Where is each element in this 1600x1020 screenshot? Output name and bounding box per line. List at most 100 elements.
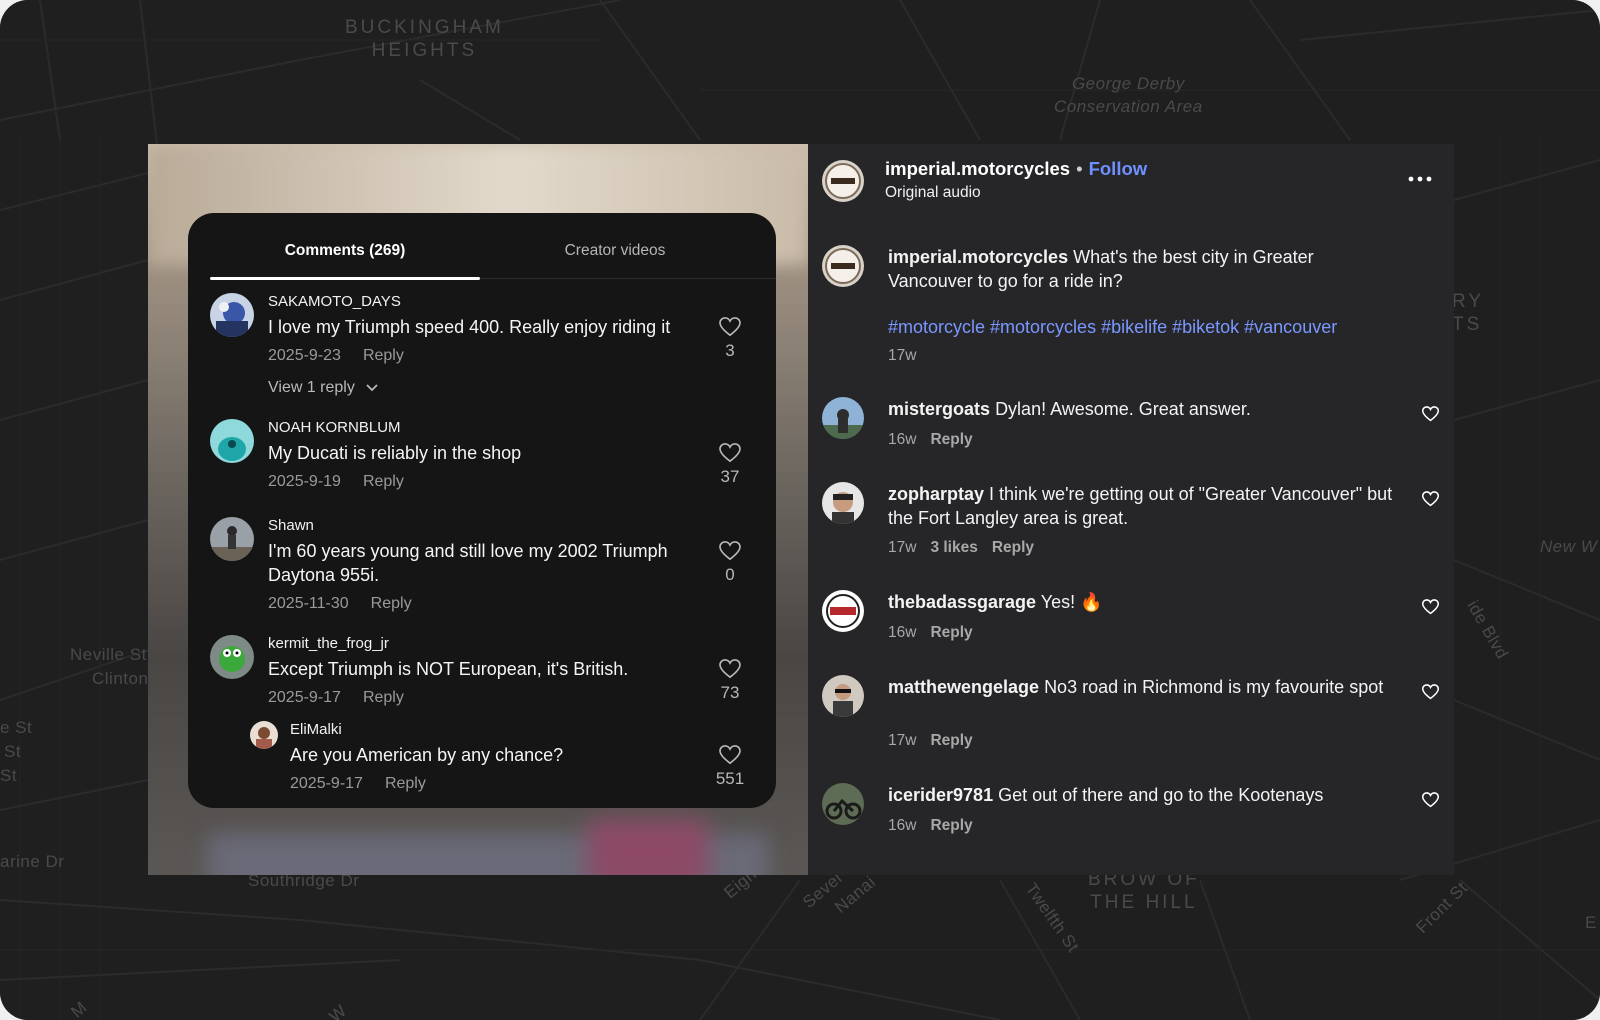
comment-meta: 2025-9-19 Reply — [268, 473, 404, 491]
like-button[interactable] — [1421, 792, 1440, 813]
comment-text: Except Triumph is NOT European, it's Bri… — [268, 659, 629, 679]
like-button[interactable]: 37 — [710, 443, 750, 487]
comment-meta: 2025-9-17 Reply — [290, 775, 426, 793]
comment-meta: 16w Reply — [888, 624, 973, 642]
follow-button[interactable]: Follow — [1089, 158, 1148, 179]
like-button[interactable]: 3 — [710, 317, 750, 361]
reply-button[interactable]: Reply — [363, 347, 404, 364]
like-button[interactable]: 73 — [710, 659, 750, 703]
reply-button[interactable]: Reply — [930, 431, 972, 448]
more-horizontal-icon — [1408, 176, 1432, 182]
avatar[interactable] — [250, 721, 278, 749]
reply-button[interactable]: Reply — [363, 689, 404, 706]
comment-text: icerider9781 Get out of there and go to … — [888, 783, 1398, 807]
comment-text: matthewengelage No3 road in Richmond is … — [888, 675, 1398, 699]
avatar[interactable] — [822, 160, 864, 202]
comment-meta: 16w Reply — [888, 431, 973, 449]
comment-username[interactable]: zopharptay — [888, 484, 984, 504]
like-button[interactable]: 551 — [710, 745, 750, 789]
reply-button[interactable]: Reply — [930, 817, 972, 834]
comment-age: 17w — [888, 732, 917, 749]
comment-meta: 2025-11-30 Reply — [268, 595, 412, 613]
comment-date: 2025-9-17 — [290, 775, 363, 792]
avatar[interactable] — [822, 245, 864, 287]
comment-meta: 16w Reply — [888, 817, 973, 835]
more-options-button[interactable] — [1408, 170, 1432, 188]
comment-date: 2025-9-23 — [268, 347, 341, 364]
comment-age: 17w — [888, 539, 917, 556]
avatar[interactable] — [822, 397, 864, 439]
comment-author[interactable]: SAKAMOTO_DAYS — [268, 293, 401, 310]
map-label-e-st: e St — [0, 718, 33, 737]
tab-comments[interactable]: Comments (269) — [210, 231, 480, 280]
reply-button[interactable]: Reply — [385, 775, 426, 792]
avatar[interactable] — [210, 635, 254, 679]
heart-icon — [1421, 792, 1440, 808]
header-separator: • — [1076, 158, 1083, 179]
comment-body: Yes! 🔥 — [1040, 592, 1103, 612]
comment-text: My Ducati is reliably in the shop — [268, 443, 522, 463]
post-header: imperial.motorcycles • Follow — [885, 158, 1147, 180]
comment-meta: 17w Reply — [888, 732, 973, 750]
reply-button[interactable]: Reply — [930, 732, 972, 749]
tab-creator-videos[interactable]: Creator videos — [480, 231, 750, 279]
comment-author[interactable]: Shawn — [268, 517, 314, 534]
reply-button[interactable]: Reply — [992, 539, 1034, 556]
comment-author[interactable]: kermit_the_frog_jr — [268, 635, 389, 652]
caption-hashtags[interactable]: #motorcycle #motorcycles #bikelife #bike… — [888, 315, 1398, 339]
avatar[interactable] — [210, 293, 254, 337]
like-button[interactable] — [1421, 599, 1440, 620]
reply-button[interactable]: Reply — [363, 473, 404, 490]
like-count: 37 — [720, 467, 740, 486]
like-button[interactable] — [1421, 406, 1440, 427]
comment-author[interactable]: EliMalki — [290, 721, 342, 738]
caption-age: 17w — [888, 347, 916, 365]
comment-username[interactable]: icerider9781 — [888, 785, 993, 805]
comment-date: 2025-9-19 — [268, 473, 341, 490]
like-button[interactable] — [1421, 491, 1440, 512]
comment-meta: 17w 3 likes Reply — [888, 539, 1034, 557]
caption-username[interactable]: imperial.motorcycles — [888, 247, 1068, 267]
post-author-username[interactable]: imperial.motorcycles — [885, 158, 1070, 179]
comment-body: No3 road in Richmond is my favourite spo… — [1044, 677, 1384, 697]
comment-date: 2025-9-17 — [268, 689, 341, 706]
avatar[interactable] — [822, 482, 864, 524]
comment-age: 16w — [888, 431, 917, 448]
comment-meta: 2025-9-17 Reply — [268, 689, 404, 707]
comment-text: I'm 60 years young and still love my 200… — [268, 541, 668, 585]
comments-card: Comments (269) Creator videos SAKAMOTO_D… — [188, 213, 776, 808]
comment-author[interactable]: NOAH KORNBLUM — [268, 419, 401, 436]
comment-likes[interactable]: 3 likes — [930, 539, 977, 556]
view-replies-button[interactable]: View 1 reply — [268, 379, 379, 397]
comment-text: zopharptay I think we're getting out of … — [888, 482, 1398, 530]
avatar[interactable] — [822, 590, 864, 632]
reply-button[interactable]: Reply — [371, 595, 412, 612]
comment-text: thebadassgarage Yes! 🔥 — [888, 590, 1398, 614]
comment-username[interactable]: thebadassgarage — [888, 592, 1036, 612]
comment-item: SAKAMOTO_DAYS I love my Triumph speed 40… — [210, 293, 750, 403]
original-audio-link[interactable]: Original audio — [885, 184, 981, 202]
avatar[interactable] — [210, 517, 254, 561]
comment-item: kermit_the_frog_jr Except Triumph is NOT… — [210, 635, 750, 715]
like-button[interactable]: 0 — [710, 541, 750, 585]
comment-age: 16w — [888, 817, 917, 834]
avatar[interactable] — [822, 783, 864, 825]
map-label-marine: arine Dr — [0, 852, 65, 871]
comment-date: 2025-11-30 — [268, 595, 349, 612]
like-count: 551 — [715, 769, 745, 788]
post-caption: imperial.motorcycles What's the best cit… — [888, 245, 1398, 293]
comment-username[interactable]: mistergoats — [888, 399, 990, 419]
like-count: 0 — [725, 565, 735, 584]
age-label: 17w — [888, 347, 917, 364]
avatar[interactable] — [822, 675, 864, 717]
comment-item: Shawn I'm 60 years young and still love … — [210, 517, 750, 617]
like-count: 73 — [720, 683, 740, 702]
comment-username[interactable]: matthewengelage — [888, 677, 1039, 697]
avatar[interactable] — [210, 419, 254, 463]
like-button[interactable] — [1421, 684, 1440, 705]
heart-icon — [1421, 406, 1440, 422]
comment-text: mistergoats Dylan! Awesome. Great answer… — [888, 397, 1398, 421]
heart-icon — [719, 745, 741, 765]
instagram-comments-panel: imperial.motorcycles • Follow Original aud… — [808, 144, 1454, 875]
reply-button[interactable]: Reply — [930, 624, 972, 641]
